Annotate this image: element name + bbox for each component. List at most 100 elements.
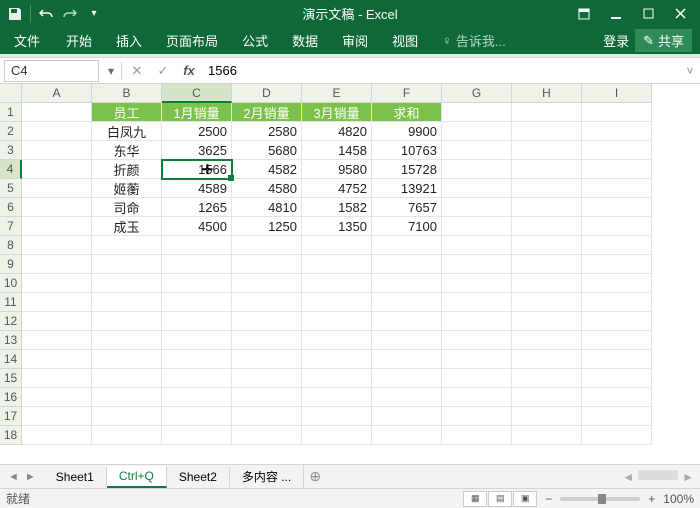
cell-I9[interactable] xyxy=(582,255,652,274)
cell-C15[interactable] xyxy=(162,369,232,388)
hscroll-right-icon[interactable]: ► xyxy=(682,470,694,484)
view-normal-icon[interactable]: ▦ xyxy=(463,491,487,507)
cell-G16[interactable] xyxy=(442,388,512,407)
cell-A16[interactable] xyxy=(22,388,92,407)
cell-H3[interactable] xyxy=(512,141,582,160)
cell-F13[interactable] xyxy=(372,331,442,350)
cell-B16[interactable] xyxy=(92,388,162,407)
cell-B4[interactable]: 折颜 xyxy=(92,160,162,179)
cell-C7[interactable]: 4500 xyxy=(162,217,232,236)
cell-F17[interactable] xyxy=(372,407,442,426)
col-header-B[interactable]: B xyxy=(92,84,162,103)
col-header-D[interactable]: D xyxy=(232,84,302,103)
cell-G12[interactable] xyxy=(442,312,512,331)
row-header-1[interactable]: 1 xyxy=(0,103,22,122)
col-header-G[interactable]: G xyxy=(442,84,512,103)
cell-C8[interactable] xyxy=(162,236,232,255)
cell-H5[interactable] xyxy=(512,179,582,198)
cell-F8[interactable] xyxy=(372,236,442,255)
cell-F2[interactable]: 9900 xyxy=(372,122,442,141)
cell-B7[interactable]: 成玉 xyxy=(92,217,162,236)
tab-view[interactable]: 视图 xyxy=(380,27,430,54)
sheet-tab-sheet1[interactable]: Sheet1 xyxy=(44,467,107,487)
cell-H1[interactable] xyxy=(512,103,582,122)
cell-E15[interactable] xyxy=(302,369,372,388)
row-header-11[interactable]: 11 xyxy=(0,293,22,312)
cell-B9[interactable] xyxy=(92,255,162,274)
cell-B11[interactable] xyxy=(92,293,162,312)
row-header-12[interactable]: 12 xyxy=(0,312,22,331)
cell-A5[interactable] xyxy=(22,179,92,198)
cell-E9[interactable] xyxy=(302,255,372,274)
cell-E11[interactable] xyxy=(302,293,372,312)
cell-G14[interactable] xyxy=(442,350,512,369)
cell-C5[interactable]: 4589 xyxy=(162,179,232,198)
cell-F3[interactable]: 10763 xyxy=(372,141,442,160)
cell-C17[interactable] xyxy=(162,407,232,426)
cell-A18[interactable] xyxy=(22,426,92,445)
cell-F5[interactable]: 13921 xyxy=(372,179,442,198)
cell-I2[interactable] xyxy=(582,122,652,141)
cell-F4[interactable]: 15728 xyxy=(372,160,442,179)
cell-B6[interactable]: 司命 xyxy=(92,198,162,217)
cell-H14[interactable] xyxy=(512,350,582,369)
signin-link[interactable]: 登录 xyxy=(603,31,629,50)
cell-C1[interactable]: 1月销量 xyxy=(162,103,232,122)
zoom-in-icon[interactable]: + xyxy=(648,492,655,506)
cell-F11[interactable] xyxy=(372,293,442,312)
cell-D12[interactable] xyxy=(232,312,302,331)
cell-I10[interactable] xyxy=(582,274,652,293)
sheet-tab-more[interactable]: 多内容 ... xyxy=(230,465,304,488)
row-header-9[interactable]: 9 xyxy=(0,255,22,274)
cell-A3[interactable] xyxy=(22,141,92,160)
cell-A13[interactable] xyxy=(22,331,92,350)
cell-G15[interactable] xyxy=(442,369,512,388)
cell-I8[interactable] xyxy=(582,236,652,255)
cell-C6[interactable]: 1265 xyxy=(162,198,232,217)
cell-B8[interactable] xyxy=(92,236,162,255)
cell-C14[interactable] xyxy=(162,350,232,369)
cell-H18[interactable] xyxy=(512,426,582,445)
cell-I1[interactable] xyxy=(582,103,652,122)
cell-D8[interactable] xyxy=(232,236,302,255)
cell-D7[interactable]: 1250 xyxy=(232,217,302,236)
col-header-E[interactable]: E xyxy=(302,84,372,103)
cell-A4[interactable] xyxy=(22,160,92,179)
tab-data[interactable]: 数据 xyxy=(280,27,330,54)
row-header-13[interactable]: 13 xyxy=(0,331,22,350)
enter-formula-icon[interactable]: ✓ xyxy=(150,63,176,79)
cell-D9[interactable] xyxy=(232,255,302,274)
cell-A14[interactable] xyxy=(22,350,92,369)
share-button[interactable]: ✎ 共享 xyxy=(635,29,692,52)
cell-F9[interactable] xyxy=(372,255,442,274)
cell-C3[interactable]: 3625 xyxy=(162,141,232,160)
cell-E10[interactable] xyxy=(302,274,372,293)
cell-E1[interactable]: 3月销量 xyxy=(302,103,372,122)
cell-G13[interactable] xyxy=(442,331,512,350)
cell-F12[interactable] xyxy=(372,312,442,331)
cell-C18[interactable] xyxy=(162,426,232,445)
col-header-H[interactable]: H xyxy=(512,84,582,103)
cell-G10[interactable] xyxy=(442,274,512,293)
cell-H10[interactable] xyxy=(512,274,582,293)
cell-G8[interactable] xyxy=(442,236,512,255)
cell-B14[interactable] xyxy=(92,350,162,369)
cell-A6[interactable] xyxy=(22,198,92,217)
cell-H17[interactable] xyxy=(512,407,582,426)
row-header-4[interactable]: 4 xyxy=(0,160,22,179)
cell-D16[interactable] xyxy=(232,388,302,407)
undo-icon[interactable] xyxy=(35,3,57,25)
cell-G17[interactable] xyxy=(442,407,512,426)
tab-page-layout[interactable]: 页面布局 xyxy=(154,27,230,54)
cell-I15[interactable] xyxy=(582,369,652,388)
cell-A11[interactable] xyxy=(22,293,92,312)
cell-D15[interactable] xyxy=(232,369,302,388)
cell-G5[interactable] xyxy=(442,179,512,198)
cell-C2[interactable]: 2500 xyxy=(162,122,232,141)
qat-customize-icon[interactable]: ▾ xyxy=(83,3,105,25)
cell-F18[interactable] xyxy=(372,426,442,445)
tab-home[interactable]: 开始 xyxy=(54,27,104,54)
row-header-7[interactable]: 7 xyxy=(0,217,22,236)
cell-A8[interactable] xyxy=(22,236,92,255)
row-header-2[interactable]: 2 xyxy=(0,122,22,141)
